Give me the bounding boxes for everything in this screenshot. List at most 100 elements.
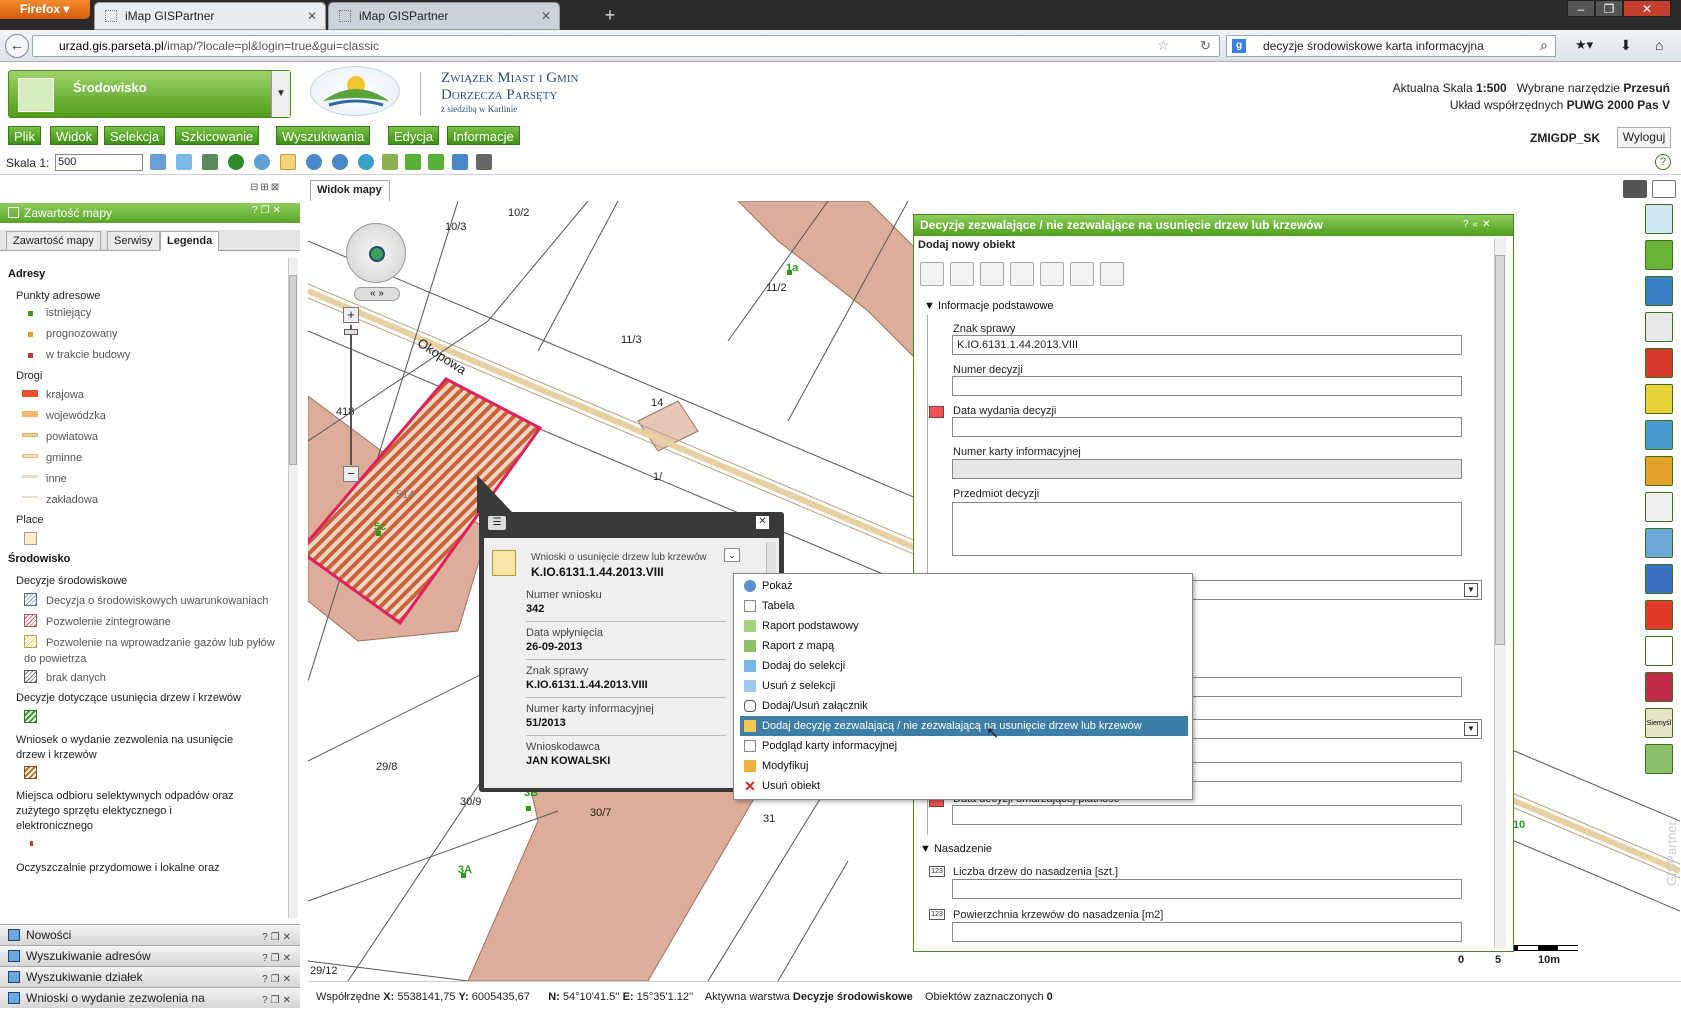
- tab-widok-mapy[interactable]: Widok mapy: [310, 180, 390, 201]
- reload-icon[interactable]: ↻: [1200, 38, 1211, 54]
- new-tab-button[interactable]: +: [598, 4, 622, 28]
- coat-of-arms-icon[interactable]: [1645, 492, 1673, 522]
- draw-line-icon[interactable]: [980, 262, 1004, 286]
- minimize-icon[interactable]: –: [1567, 0, 1595, 17]
- scrollbar-thumb[interactable]: [289, 275, 297, 465]
- przedmiot-decyzji-textarea[interactable]: [952, 502, 1462, 556]
- menu-item-tabela[interactable]: Tabela: [740, 596, 1188, 616]
- help-icon[interactable]: ?: [1655, 154, 1671, 170]
- menu-plik[interactable]: Plik: [8, 126, 41, 145]
- menu-item-raport-podstawowy[interactable]: Raport podstawowy: [740, 616, 1188, 636]
- back-button[interactable]: ←: [5, 34, 29, 58]
- scrollbar-thumb[interactable]: [1495, 255, 1505, 645]
- menu-item-zalacznik[interactable]: Dodaj/Usuń załącznik: [740, 696, 1188, 716]
- next-view-icon[interactable]: [428, 154, 444, 170]
- layer-icon[interactable]: [1645, 240, 1673, 270]
- powierzchnia-krzewow-input[interactable]: [952, 922, 1462, 942]
- menu-edycja[interactable]: Edycja: [388, 126, 440, 145]
- panel-controls-icon[interactable]: ?❐✕: [252, 205, 284, 216]
- chat-icon[interactable]: [1623, 180, 1647, 198]
- chevron-down-icon[interactable]: ▼: [1464, 722, 1478, 736]
- zoom-out-button[interactable]: −: [343, 466, 359, 482]
- pan-hand-icon[interactable]: [280, 154, 296, 170]
- zoom-in-button[interactable]: +: [343, 307, 359, 323]
- section-nowosci[interactable]: Nowości ?❐✕: [0, 924, 300, 945]
- menu-item-usun-obiekt[interactable]: ✕ Usuń obiekt: [740, 776, 1188, 796]
- close-window-icon[interactable]: ✕: [1623, 0, 1671, 17]
- section-nasadzenie[interactable]: ▼ Nasadzenie: [920, 843, 992, 855]
- form-controls-icon[interactable]: ?«✕: [1463, 219, 1495, 230]
- menu-item-dodaj-do-selekcji[interactable]: Dodaj do selekcji: [740, 656, 1188, 676]
- globe-icon[interactable]: [369, 246, 385, 262]
- popout-icon[interactable]: [1652, 180, 1676, 198]
- menu-item-usun-z-selekcji[interactable]: Usuń z selekcji: [740, 676, 1188, 696]
- menu-widok[interactable]: Widok: [50, 126, 99, 145]
- previous-view-icon[interactable]: [405, 154, 421, 170]
- scale-preset-icon[interactable]: [176, 154, 192, 170]
- coat-of-arms-icon[interactable]: [1645, 384, 1673, 414]
- menu-item-modyfikuj[interactable]: Modyfikuj: [740, 756, 1188, 776]
- calendar-icon[interactable]: [929, 406, 944, 418]
- identify-icon[interactable]: [254, 154, 270, 170]
- section-basic-info[interactable]: ▼ Informacje podstawowe: [924, 300, 1054, 312]
- numer-decyzji-input[interactable]: [952, 376, 1462, 396]
- draw-polygon-icon[interactable]: [950, 262, 974, 286]
- info-icon[interactable]: [228, 154, 244, 170]
- menu-item-dodaj-decyzje[interactable]: Dodaj decyzję zezwalającą / nie zezwalaj…: [740, 716, 1188, 736]
- coat-of-arms-icon[interactable]: [1645, 672, 1673, 702]
- coat-of-arms-icon[interactable]: [1645, 744, 1673, 774]
- chevron-down-icon[interactable]: ▼: [271, 71, 290, 117]
- section-controls-icon[interactable]: ?❐✕: [262, 991, 294, 1011]
- zoom-out-icon[interactable]: [332, 154, 348, 170]
- environment-selector[interactable]: Środowisko ▼: [8, 70, 291, 118]
- pan-control[interactable]: [346, 223, 406, 283]
- section-wyszukiwanie-dzialek[interactable]: Wyszukiwanie działek ?❐✕: [0, 966, 300, 987]
- menu-informacje[interactable]: Informacje: [447, 126, 520, 145]
- close-tab-icon[interactable]: ✕: [541, 3, 551, 29]
- menu-item-pokaz[interactable]: Pokaż: [740, 576, 1188, 596]
- coat-of-arms-icon[interactable]: [1645, 312, 1673, 342]
- browser-tab[interactable]: iMap GISPartner ✕: [328, 2, 560, 30]
- scale-preset-icon[interactable]: [202, 154, 218, 170]
- tab-legenda[interactable]: Legenda: [160, 231, 220, 251]
- tab-serwisy[interactable]: Serwisy: [107, 231, 160, 251]
- data-umarzajaca-input[interactable]: [952, 805, 1462, 825]
- browser-search-input[interactable]: decyzje środowiskowe karta informacyjna: [1226, 35, 1556, 57]
- znak-sprawy-input[interactable]: K.IO.6131.1.44.2013.VIII: [952, 335, 1462, 355]
- menu-szkicowanie[interactable]: Szkicowanie: [175, 126, 260, 145]
- scale-input[interactable]: 500: [55, 154, 143, 171]
- chevron-down-icon[interactable]: ▼: [1464, 583, 1478, 597]
- history-control[interactable]: « »: [354, 287, 400, 301]
- layer-icon[interactable]: [1645, 204, 1673, 234]
- section-wyszukiwanie-adresow[interactable]: Wyszukiwanie adresów ?❐✕: [0, 945, 300, 966]
- bookmarks-icon[interactable]: ★▾: [1575, 37, 1593, 53]
- import-geometry-icon[interactable]: [1100, 262, 1124, 286]
- measure-icon[interactable]: [476, 154, 492, 170]
- browser-tab-active[interactable]: iMap GISPartner ✕: [94, 2, 326, 30]
- coat-of-arms-icon[interactable]: [1645, 636, 1673, 666]
- edit-icon[interactable]: [1040, 262, 1064, 286]
- menu-item-podglad-karty[interactable]: Podgląd karty informacyjnej: [740, 736, 1188, 756]
- menu-wyszukiwania[interactable]: Wyszukiwania: [276, 126, 371, 145]
- restore-icon[interactable]: ❐: [1595, 0, 1623, 17]
- list-icon[interactable]: ☰: [488, 516, 506, 530]
- coat-of-arms-icon[interactable]: [1645, 528, 1673, 558]
- close-tab-icon[interactable]: ✕: [307, 3, 317, 29]
- coat-of-arms-icon[interactable]: [1645, 348, 1673, 378]
- coat-of-arms-icon[interactable]: [1645, 276, 1673, 306]
- section-wnioski[interactable]: Wnioski o wydanie zezwolenia na ?❐✕: [0, 987, 300, 1008]
- copy-geometry-icon[interactable]: [1070, 262, 1094, 286]
- zoom-slider-handle[interactable]: [344, 329, 358, 335]
- menu-selekcja[interactable]: Selekcja: [104, 126, 166, 145]
- close-icon[interactable]: ✕: [756, 516, 769, 529]
- search-icon[interactable]: ⌕: [1540, 37, 1548, 54]
- liczba-drzew-input[interactable]: [952, 879, 1462, 899]
- draw-point-icon[interactable]: [920, 262, 944, 286]
- download-icon[interactable]: ⬇: [1620, 37, 1632, 54]
- zoom-extent-icon[interactable]: [382, 154, 398, 170]
- scale-preset-icon[interactable]: [150, 154, 166, 170]
- siemysl-button[interactable]: Siemyśl: [1645, 708, 1673, 738]
- chevron-down-icon[interactable]: ⌄: [724, 548, 740, 562]
- url-bar[interactable]: urzad.gis.parseta.pl/imap/?locale=pl&log…: [32, 35, 1220, 57]
- zoom-in-icon[interactable]: [306, 154, 322, 170]
